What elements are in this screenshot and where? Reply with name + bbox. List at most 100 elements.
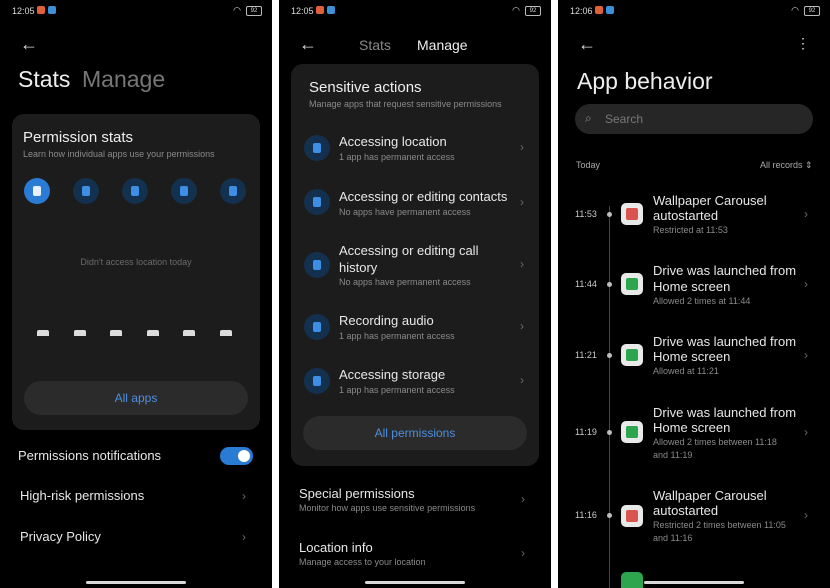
event-title-line2: Home screen — [653, 349, 731, 364]
event-detail: Allowed at 11:21 — [653, 366, 719, 376]
google-drive-icon — [621, 344, 643, 366]
filter-dropdown[interactable]: All records ⇕ — [760, 160, 813, 171]
tab-stats[interactable]: Stats — [359, 37, 391, 53]
item-subtitle: Monitor how apps use sensitive permissio… — [299, 503, 476, 513]
battery-icon: 92 — [246, 5, 262, 16]
status-time: 12:05 — [12, 6, 35, 16]
back-arrow-icon[interactable]: ← — [20, 34, 38, 55]
event-title-line2: autostarted — [653, 208, 719, 223]
privacy-policy-item[interactable]: Privacy Policy — [20, 529, 101, 544]
wifi-icon: ◠ — [791, 5, 799, 15]
back-arrow-icon[interactable]: ← — [578, 34, 596, 55]
microphone-icon — [304, 314, 330, 340]
wifi-icon: ◠ — [233, 5, 241, 15]
timeline-dot — [607, 353, 612, 358]
event-time: 11:21 — [575, 350, 597, 360]
section-header: Today — [576, 160, 601, 170]
item-title: Special permissions — [299, 486, 415, 501]
item-subtitle: 1 app has permanent access — [339, 385, 455, 395]
search-placeholder: Search — [605, 112, 644, 126]
notification-icon — [316, 6, 324, 14]
permission-stats-screen: 12:05 ◠ 92 ← Stats Manage Permission stat… — [0, 0, 272, 588]
all-apps-button[interactable]: All apps — [24, 381, 248, 415]
location-icon — [304, 135, 330, 161]
location-icon[interactable] — [24, 178, 50, 204]
notifications-toggle[interactable] — [220, 447, 253, 465]
notification-icon — [37, 6, 45, 14]
status-bar: 12:05 ◠ 92 — [0, 0, 272, 22]
wifi-icon: ◠ — [512, 5, 520, 15]
search-input[interactable]: ⌕ Search — [575, 104, 813, 134]
event-detail-line2: and 11:19 — [653, 450, 693, 460]
timeline-dot — [607, 430, 612, 435]
event-time: 11:16 — [575, 510, 597, 520]
event-time: 11:53 — [575, 209, 597, 219]
card-title: Permission stats — [23, 129, 134, 146]
chevron-right-icon: › — [520, 319, 524, 333]
microphone-icon[interactable] — [171, 178, 197, 204]
event-title-line2: Home screen — [653, 279, 731, 294]
tab-manage[interactable]: Manage — [417, 37, 468, 53]
contacts-icon — [304, 189, 330, 215]
page-title: App behavior — [577, 68, 713, 94]
more-options-icon[interactable]: ⋮ — [796, 35, 810, 52]
timeline-line — [609, 206, 610, 588]
timeline-dot — [607, 513, 612, 518]
chart-bar — [37, 330, 49, 336]
contacts-icon[interactable] — [73, 178, 99, 204]
card-subtitle: Manage apps that request sensitive permi… — [309, 99, 502, 109]
event-detail: Allowed 2 times between 11:18 — [653, 437, 777, 447]
chevron-right-icon: › — [520, 257, 524, 271]
chevron-right-icon: › — [804, 348, 808, 362]
item-subtitle: 1 app has permanent access — [339, 331, 455, 341]
chevron-right-icon: › — [521, 546, 525, 560]
permissions-notifications-label: Permissions notifications — [18, 448, 162, 463]
google-drive-icon — [621, 273, 643, 295]
back-arrow-icon[interactable]: ← — [299, 34, 317, 55]
chevron-right-icon: › — [242, 530, 246, 544]
home-indicator[interactable] — [365, 581, 465, 584]
notification-icon — [606, 6, 614, 14]
item-title-line2: history — [339, 260, 378, 275]
call-history-icon[interactable] — [122, 178, 148, 204]
event-time: 11:44 — [575, 279, 597, 289]
card-subtitle: Learn how individual apps use your permi… — [23, 149, 215, 159]
partial-app-icon — [621, 572, 643, 588]
chart-bar — [74, 330, 86, 336]
event-title: Drive was launched from — [653, 334, 797, 349]
item-title: Accessing storage — [339, 367, 446, 382]
status-time: 12:05 — [291, 6, 314, 16]
chevron-right-icon: › — [521, 492, 525, 506]
event-detail: Allowed 2 times at 11:44 — [653, 296, 751, 306]
event-title-line2: Home screen — [653, 420, 731, 435]
empty-stats-text: Didn't access location today — [80, 257, 192, 267]
event-title: Drive was launched from — [653, 263, 797, 278]
high-risk-permissions-item[interactable]: High-risk permissions — [20, 488, 144, 503]
card-title: Sensitive actions — [309, 79, 422, 96]
event-detail-line2: and 11:16 — [653, 533, 693, 543]
home-indicator[interactable] — [644, 581, 744, 584]
battery-icon: 92 — [525, 5, 541, 16]
chart-bar — [220, 330, 232, 336]
chevron-right-icon: › — [520, 195, 524, 209]
event-title-line2: autostarted — [653, 503, 719, 518]
page-title[interactable]: Stats — [18, 66, 70, 93]
all-permissions-button[interactable]: All permissions — [303, 416, 527, 450]
permission-stats-card: Permission stats Learn how individual ap… — [12, 114, 260, 430]
google-drive-icon — [621, 421, 643, 443]
notification-icon — [48, 6, 56, 14]
notification-icon — [595, 6, 603, 14]
home-indicator[interactable] — [86, 581, 186, 584]
tab-manage[interactable]: Manage — [82, 66, 165, 93]
item-subtitle: Manage access to your location — [299, 557, 426, 567]
item-title: Accessing location — [339, 134, 447, 149]
app-behavior-screen: 12:06 ◠ 92 ← ⋮ App behavior ⌕ Search Toda… — [558, 0, 830, 588]
item-title: Accessing or editing call — [339, 243, 479, 258]
battery-icon: 92 — [804, 5, 820, 16]
status-bar: 12:06 ◠ 92 — [558, 0, 830, 22]
chevron-right-icon: › — [804, 207, 808, 221]
storage-icon — [304, 368, 330, 394]
item-title: Accessing or editing contacts — [339, 189, 508, 204]
search-icon: ⌕ — [585, 111, 592, 125]
storage-icon[interactable] — [220, 178, 246, 204]
